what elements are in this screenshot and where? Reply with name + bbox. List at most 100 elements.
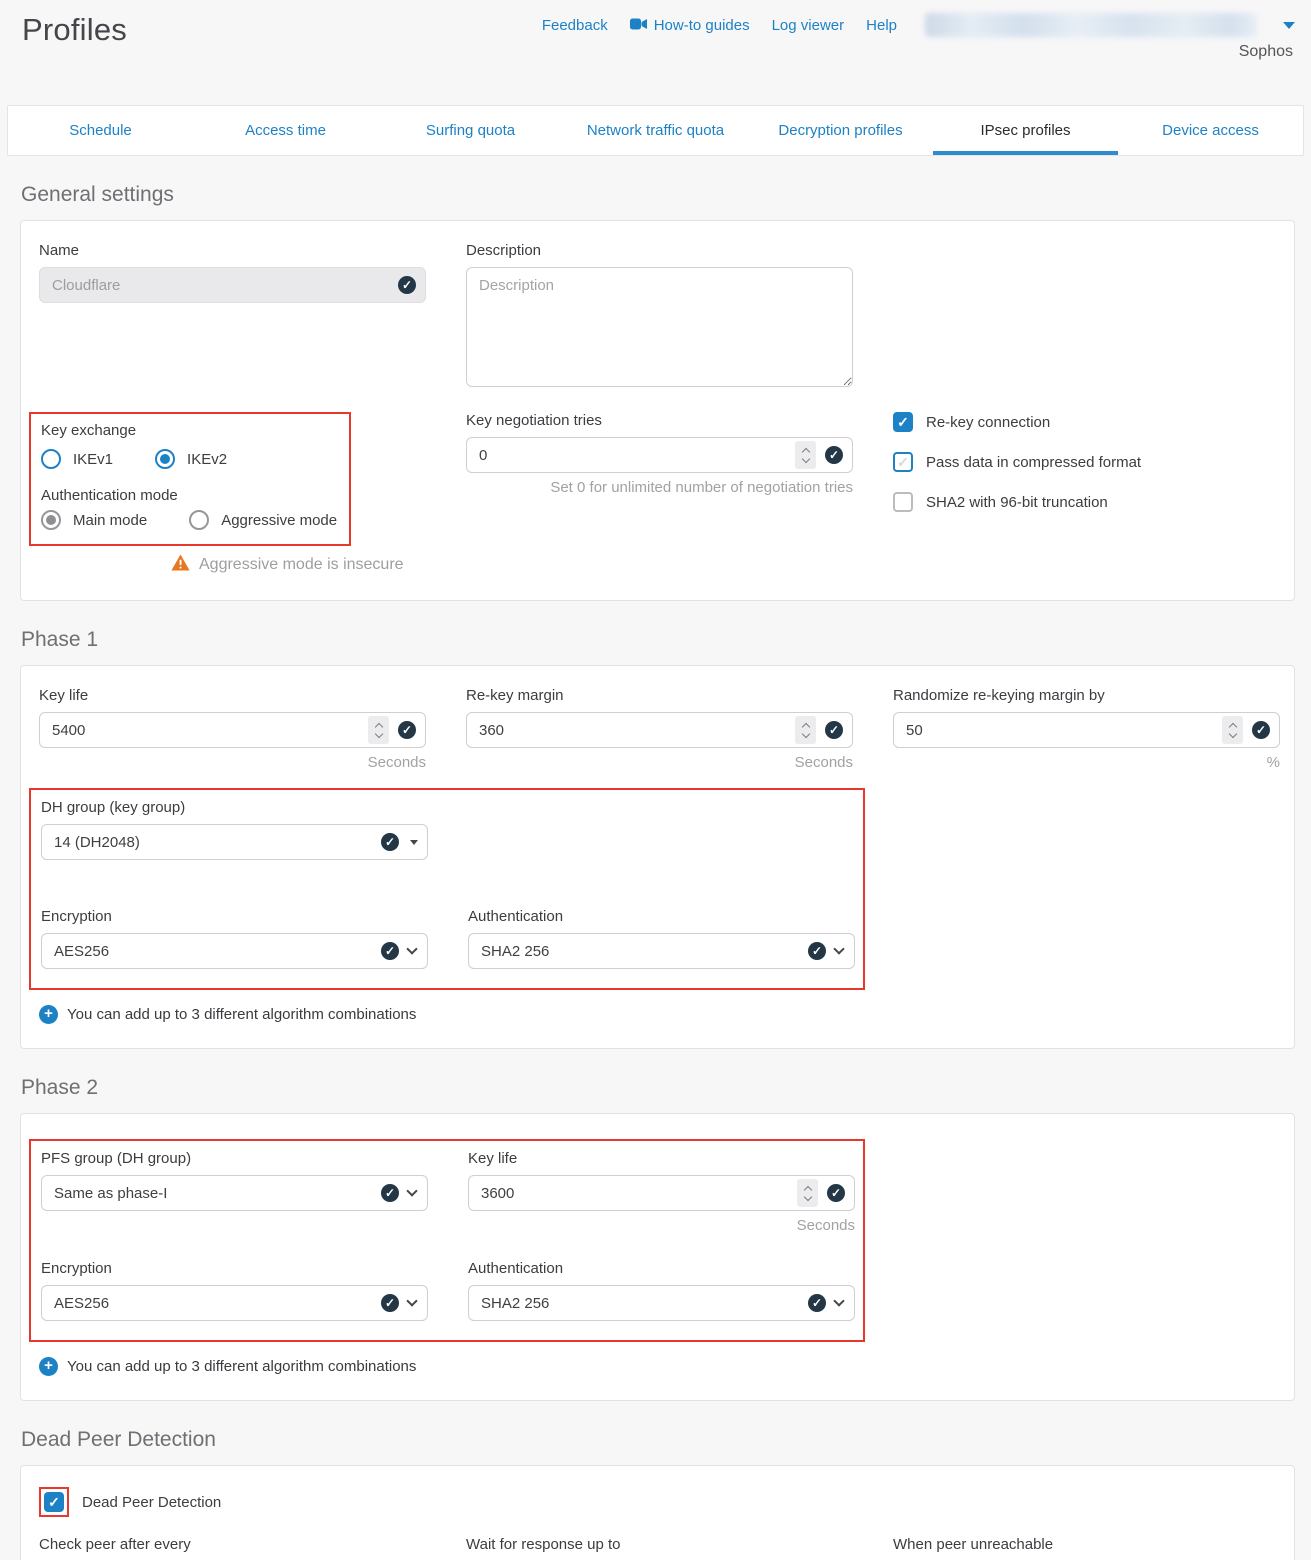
p2-authentication-field: Authentication SHA2 256 ✓: [468, 1260, 855, 1321]
account-caret-down-icon[interactable]: [1283, 22, 1295, 29]
p1-encryption-field: Encryption AES256 ✓: [41, 908, 428, 969]
p2-algorithms-highlight-box: PFS group (DH group) Same as phase-I ✓ K…: [29, 1139, 865, 1342]
phase1-card: Key life 5400 ✓ Seconds Re-key margin 36…: [20, 665, 1295, 1049]
p1-dh-group-label: DH group (key group): [41, 799, 428, 816]
number-stepper[interactable]: [795, 716, 816, 744]
tab-schedule[interactable]: Schedule: [8, 106, 193, 155]
dpd-checkbox-highlight-box: ✓: [39, 1487, 69, 1517]
tab-access-time[interactable]: Access time: [193, 106, 378, 155]
p1-dh-group-value: 14 (DH2048): [54, 834, 381, 851]
warning-triangle-icon: [171, 554, 190, 576]
brand-label: Sophos: [1239, 43, 1293, 61]
add-plus-icon[interactable]: +: [39, 1357, 58, 1376]
rekey-connection-checkbox[interactable]: ✓: [893, 412, 913, 432]
compressed-format-label: Pass data in compressed format: [926, 454, 1141, 471]
phase2-card: PFS group (DH group) Same as phase-I ✓ K…: [20, 1113, 1295, 1401]
description-textarea[interactable]: [466, 267, 853, 387]
dpd-wait-response-group: Wait for response up to 120 ✓ Seconds: [466, 1536, 853, 1560]
p1-dh-group-field: DH group (key group) 14 (DH2048) ✓: [41, 799, 428, 860]
rekey-connection-label: Re-key connection: [926, 414, 1050, 431]
help-link[interactable]: Help: [866, 17, 897, 34]
aggressive-mode-label: Aggressive mode: [221, 512, 337, 529]
chevron-down-icon: [833, 943, 844, 954]
p1-key-life-label: Key life: [39, 687, 426, 704]
ikev2-radio[interactable]: [155, 449, 175, 469]
key-negotiation-field-group: Key negotiation tries 0 ✓ Set 0 for unli…: [466, 412, 853, 576]
video-camera-icon: [630, 17, 647, 34]
compressed-format-checkbox[interactable]: ✓: [893, 452, 913, 472]
tab-surfing-quota[interactable]: Surfing quota: [378, 106, 563, 155]
p2-pfs-group-select[interactable]: Same as phase-I ✓: [41, 1175, 428, 1211]
dpd-enable-checkbox[interactable]: ✓: [44, 1492, 64, 1512]
log-viewer-link[interactable]: Log viewer: [772, 17, 845, 34]
add-plus-icon[interactable]: +: [39, 1005, 58, 1024]
key-exchange-column: Key exchange IKEv1 IKEv2 Authentication …: [39, 412, 426, 576]
main-mode-radio: [41, 510, 61, 530]
ikev1-radio[interactable]: [41, 449, 61, 469]
howto-guides-link[interactable]: How-to guides: [630, 17, 750, 34]
number-stepper[interactable]: [368, 716, 389, 744]
key-negotiation-input[interactable]: 0 ✓: [466, 437, 853, 473]
tab-decryption-profiles[interactable]: Decryption profiles: [748, 106, 933, 155]
p1-encryption-select[interactable]: AES256 ✓: [41, 933, 428, 969]
p1-authentication-select[interactable]: SHA2 256 ✓: [468, 933, 855, 969]
chevron-down-icon: [406, 1295, 417, 1306]
page-header: Profiles Feedback How-to guides Log view…: [0, 0, 1311, 105]
general-settings-card: Name Cloudflare ✓ Description Key exchan…: [20, 220, 1295, 601]
ikev1-label: IKEv1: [73, 451, 113, 468]
p1-authentication-value: SHA2 256: [481, 943, 808, 960]
valid-check-icon: ✓: [827, 1184, 845, 1202]
dpd-when-unreachable-group: When peer unreachable Re-initiate ✓: [893, 1536, 1280, 1560]
caret-down-icon: [410, 840, 418, 845]
p1-randomize-input[interactable]: 50 ✓: [893, 712, 1280, 748]
tab-ipsec-profiles[interactable]: IPsec profiles: [933, 106, 1118, 155]
p1-dh-group-select[interactable]: 14 (DH2048) ✓: [41, 824, 428, 860]
account-name-redacted[interactable]: [925, 13, 1257, 37]
p1-authentication-field: Authentication SHA2 256 ✓: [468, 908, 855, 969]
number-stepper[interactable]: [1222, 716, 1243, 744]
dpd-wait-response-label: Wait for response up to: [466, 1536, 853, 1553]
chevron-down-icon: [406, 1185, 417, 1196]
feedback-label: Feedback: [542, 17, 608, 34]
valid-check-icon: ✓: [825, 446, 843, 464]
main-mode-label: Main mode: [73, 512, 147, 529]
auth-mode-label: Authentication mode: [41, 487, 337, 504]
howto-guides-label: How-to guides: [654, 17, 750, 34]
general-settings-heading: General settings: [21, 183, 1295, 207]
p2-pfs-group-value: Same as phase-I: [54, 1185, 381, 1202]
p2-authentication-select[interactable]: SHA2 256 ✓: [468, 1285, 855, 1321]
p2-key-life-group: Key life 3600 ✓ Seconds: [468, 1150, 855, 1234]
p2-pfs-group-label: PFS group (DH group): [41, 1150, 428, 1167]
chevron-down-icon: [406, 943, 417, 954]
valid-check-icon: ✓: [808, 942, 826, 960]
p2-encryption-select[interactable]: AES256 ✓: [41, 1285, 428, 1321]
dpd-enable-label: Dead Peer Detection: [82, 1494, 221, 1511]
tab-device-access[interactable]: Device access: [1118, 106, 1303, 155]
number-stepper[interactable]: [797, 1179, 818, 1207]
p1-randomize-group: Randomize re-keying margin by 50 ✓ %: [893, 687, 1280, 771]
valid-check-icon: ✓: [398, 276, 416, 294]
p1-rekey-margin-label: Re-key margin: [466, 687, 853, 704]
p1-key-life-input[interactable]: 5400 ✓: [39, 712, 426, 748]
tab-network-traffic-quota[interactable]: Network traffic quota: [563, 106, 748, 155]
valid-check-icon: ✓: [381, 1294, 399, 1312]
compressed-format-row: ✓ Pass data in compressed format: [893, 452, 1280, 472]
p2-key-life-value: 3600: [481, 1185, 797, 1202]
p2-key-life-unit: Seconds: [468, 1217, 855, 1234]
number-stepper[interactable]: [795, 441, 816, 469]
key-exchange-highlight-box: Key exchange IKEv1 IKEv2 Authentication …: [29, 412, 351, 546]
feedback-link[interactable]: Feedback: [542, 17, 608, 34]
p1-rekey-margin-unit: Seconds: [466, 754, 853, 771]
p1-rekey-margin-input[interactable]: 360 ✓: [466, 712, 853, 748]
sha2-truncation-checkbox[interactable]: ✓: [893, 492, 913, 512]
p1-rekey-margin-group: Re-key margin 360 ✓ Seconds: [466, 687, 853, 771]
dpd-card: ✓ Dead Peer Detection Check peer after e…: [20, 1465, 1295, 1560]
valid-check-icon: ✓: [808, 1294, 826, 1312]
p2-encryption-label: Encryption: [41, 1260, 428, 1277]
p1-encryption-label: Encryption: [41, 908, 428, 925]
general-checkbox-column: ✓ Re-key connection ✓ Pass data in compr…: [893, 412, 1280, 576]
log-viewer-label: Log viewer: [772, 17, 845, 34]
main-content: General settings Name Cloudflare ✓ Descr…: [0, 183, 1311, 1560]
p2-key-life-input[interactable]: 3600 ✓: [468, 1175, 855, 1211]
p2-authentication-value: SHA2 256: [481, 1295, 808, 1312]
